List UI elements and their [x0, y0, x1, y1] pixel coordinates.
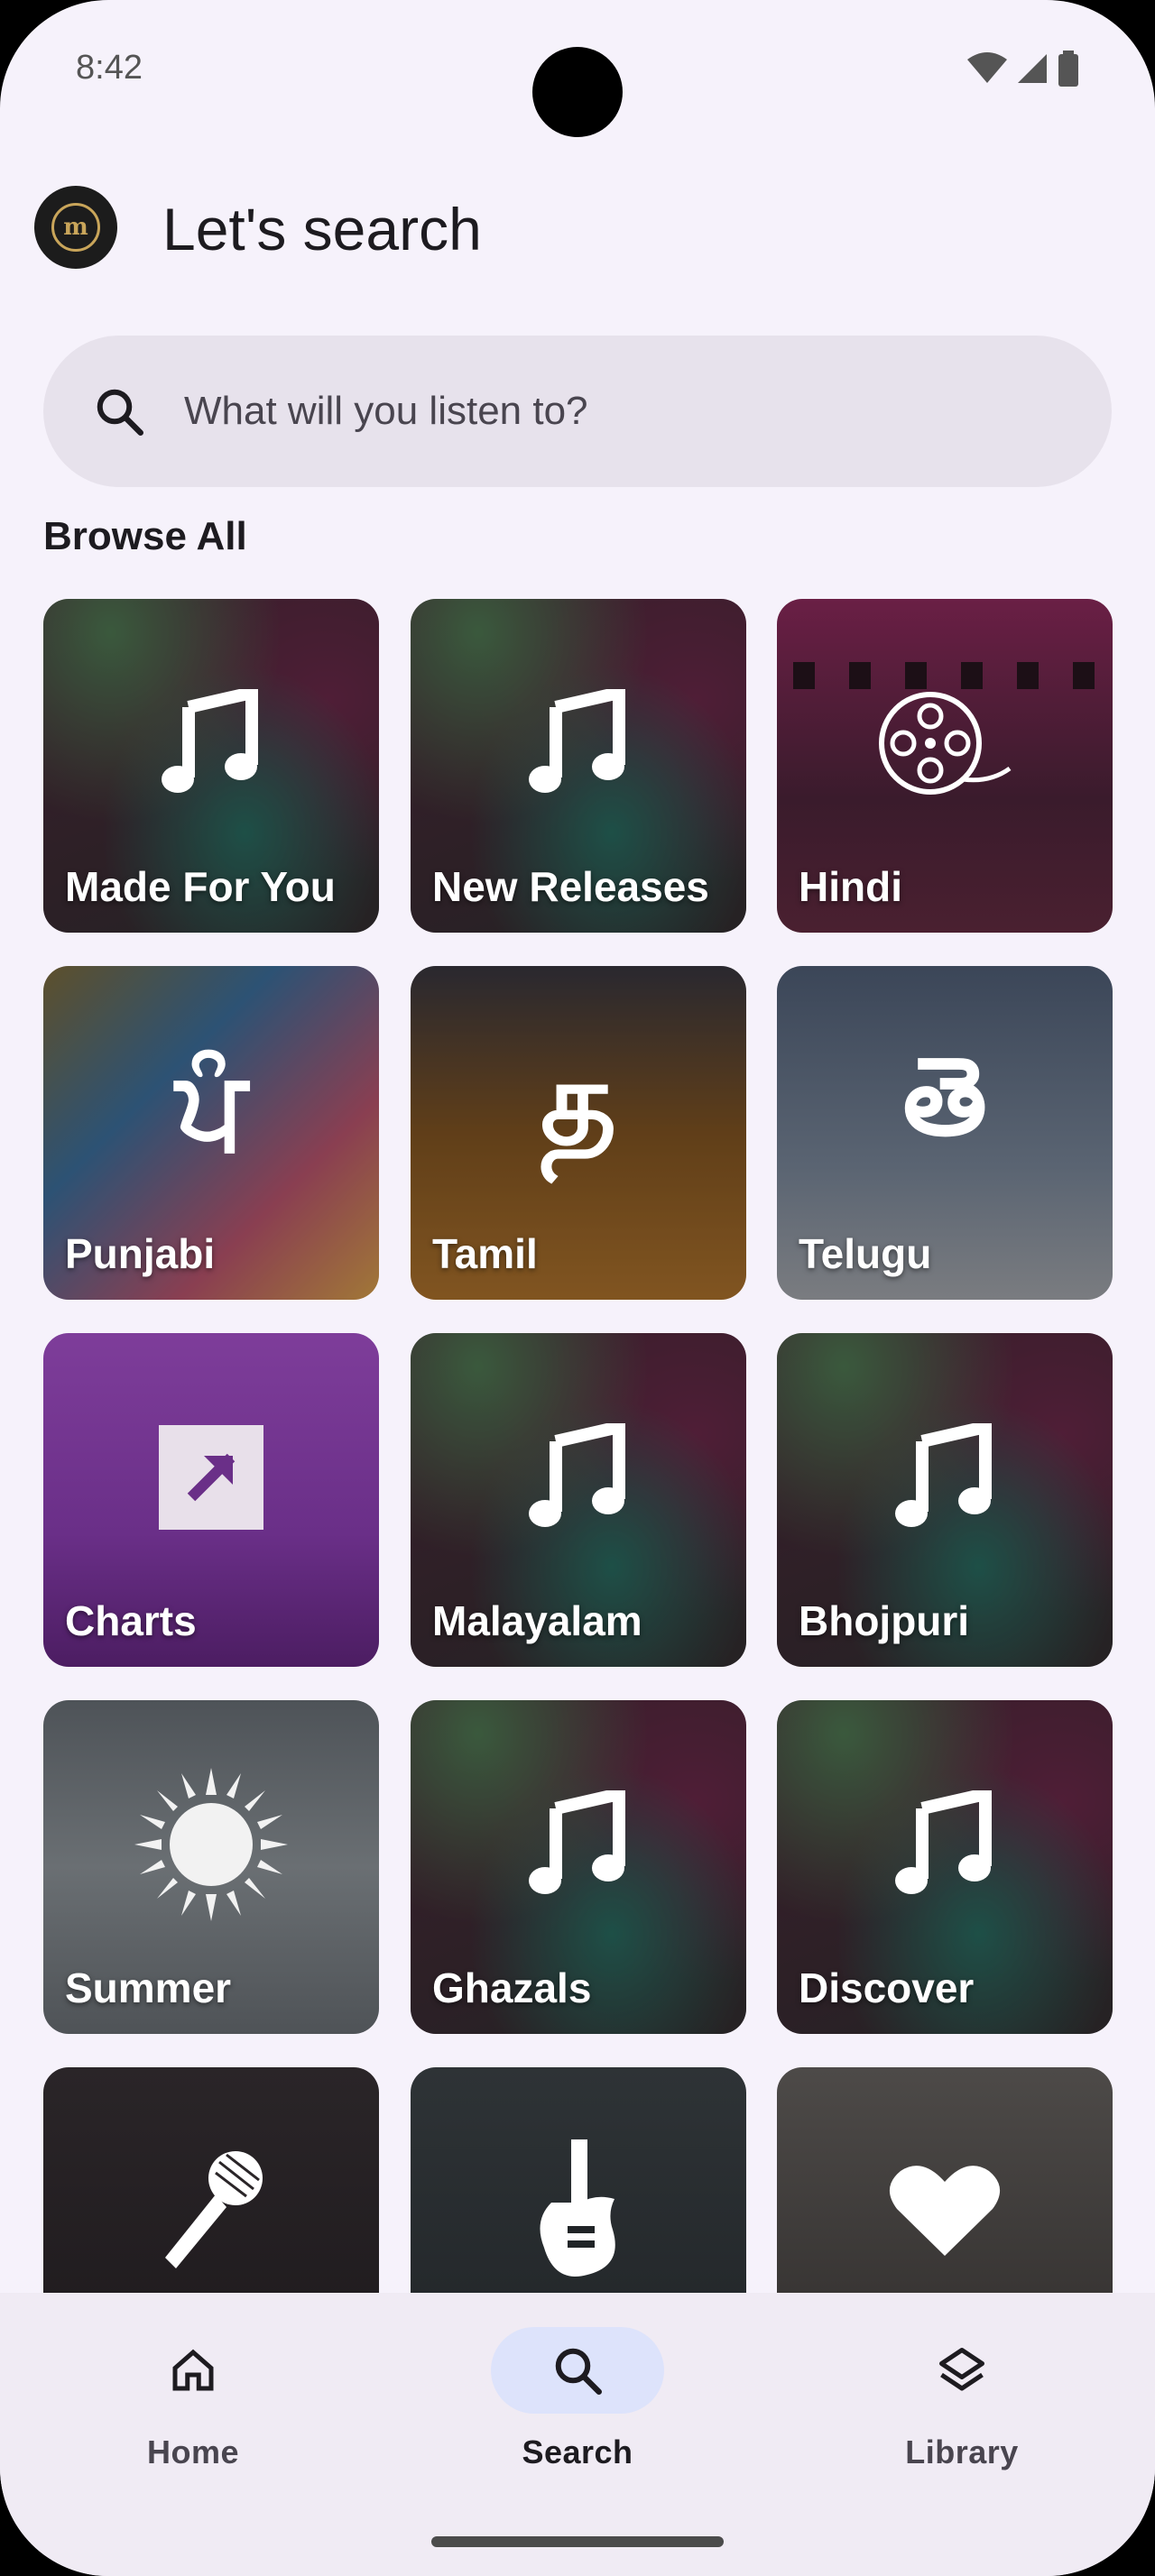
app-screen: 8:42 m Let's search Browse All Made For …	[0, 0, 1155, 2576]
trending-arrow-icon	[43, 1414, 379, 1541]
tile-label: Summer	[65, 1964, 232, 2011]
nav-item-library[interactable]: Library	[827, 2293, 1097, 2509]
bottom-navigation: Home Search Library	[0, 2293, 1155, 2576]
category-tile-new-releases[interactable]: New Releases	[411, 599, 746, 933]
category-tile-charts[interactable]: Charts	[43, 1333, 379, 1667]
layers-icon	[939, 2348, 984, 2391]
gurmukhi-letter-icon: ਪੰ	[176, 1047, 246, 1173]
browse-all-heading: Browse All	[43, 514, 247, 558]
category-tile-malayalam[interactable]: Malayalam	[411, 1333, 746, 1667]
category-tile-telugu[interactable]: తె Telugu	[777, 966, 1113, 1300]
nav-pill-search	[491, 2327, 664, 2414]
film-reel-icon	[777, 680, 1113, 806]
category-tile-ghazals[interactable]: Ghazals	[411, 1700, 746, 2034]
tile-label: Telugu	[799, 1230, 932, 1277]
wifi-icon	[967, 52, 1007, 83]
nav-item-search[interactable]: Search	[442, 2293, 713, 2509]
status-time: 8:42	[76, 49, 143, 87]
nav-pill-home	[106, 2327, 280, 2414]
category-tile-summer[interactable]: Summer	[43, 1700, 379, 2034]
music-note-icon	[411, 680, 746, 806]
guitar-icon	[411, 2139, 746, 2277]
signal-icon	[1018, 54, 1047, 83]
music-note-icon	[43, 680, 379, 806]
tile-label: Ghazals	[432, 1964, 592, 2011]
heart-icon	[777, 2148, 1113, 2275]
search-input[interactable]	[184, 336, 1068, 487]
battery-icon	[1058, 51, 1078, 87]
category-tile-punjabi[interactable]: ਪੰ Punjabi	[43, 966, 379, 1300]
status-icons	[967, 51, 1079, 87]
tile-label: Punjabi	[65, 1230, 216, 1277]
music-note-icon	[777, 1414, 1113, 1541]
category-tile-hindi[interactable]: Hindi	[777, 599, 1113, 933]
nav-label-home: Home	[146, 2433, 240, 2470]
search-icon	[97, 389, 143, 436]
tile-label: Bhojpuri	[799, 1597, 970, 1644]
page-title: Let's search	[162, 196, 482, 262]
category-tile-made-for-you[interactable]: Made For You	[43, 599, 379, 933]
category-tile-discover[interactable]: Discover	[777, 1700, 1113, 2034]
tile-label: Tamil	[432, 1230, 538, 1277]
music-note-icon	[411, 1414, 746, 1541]
nav-label-library: Library	[905, 2433, 1019, 2470]
home-indicator	[431, 2536, 724, 2547]
tamil-letter-icon: த	[540, 1034, 617, 1171]
app-logo-mark: m	[51, 203, 100, 252]
telugu-letter-icon: తె	[902, 1035, 987, 1160]
tile-label: Discover	[799, 1964, 975, 2011]
tile-label: Charts	[65, 1597, 197, 1644]
tile-label: New Releases	[432, 863, 709, 910]
microphone-icon	[43, 2148, 379, 2275]
camera-cutout	[532, 47, 623, 137]
app-logo[interactable]: m	[34, 186, 117, 269]
tile-label: Malayalam	[432, 1597, 642, 1644]
music-note-icon	[777, 1781, 1113, 1908]
nav-item-home[interactable]: Home	[58, 2293, 328, 2509]
home-icon	[172, 2349, 214, 2391]
nav-pill-library	[875, 2327, 1049, 2414]
tile-label: Hindi	[799, 863, 902, 910]
search-icon	[555, 2348, 602, 2395]
tile-label: Made For You	[65, 863, 336, 910]
music-note-icon	[411, 1781, 746, 1908]
category-tile-tamil[interactable]: த Tamil	[411, 966, 746, 1300]
category-tile-bhojpuri[interactable]: Bhojpuri	[777, 1333, 1113, 1667]
nav-label-search: Search	[522, 2433, 633, 2470]
sun-icon	[43, 1768, 379, 1921]
search-bar[interactable]	[43, 336, 1112, 487]
